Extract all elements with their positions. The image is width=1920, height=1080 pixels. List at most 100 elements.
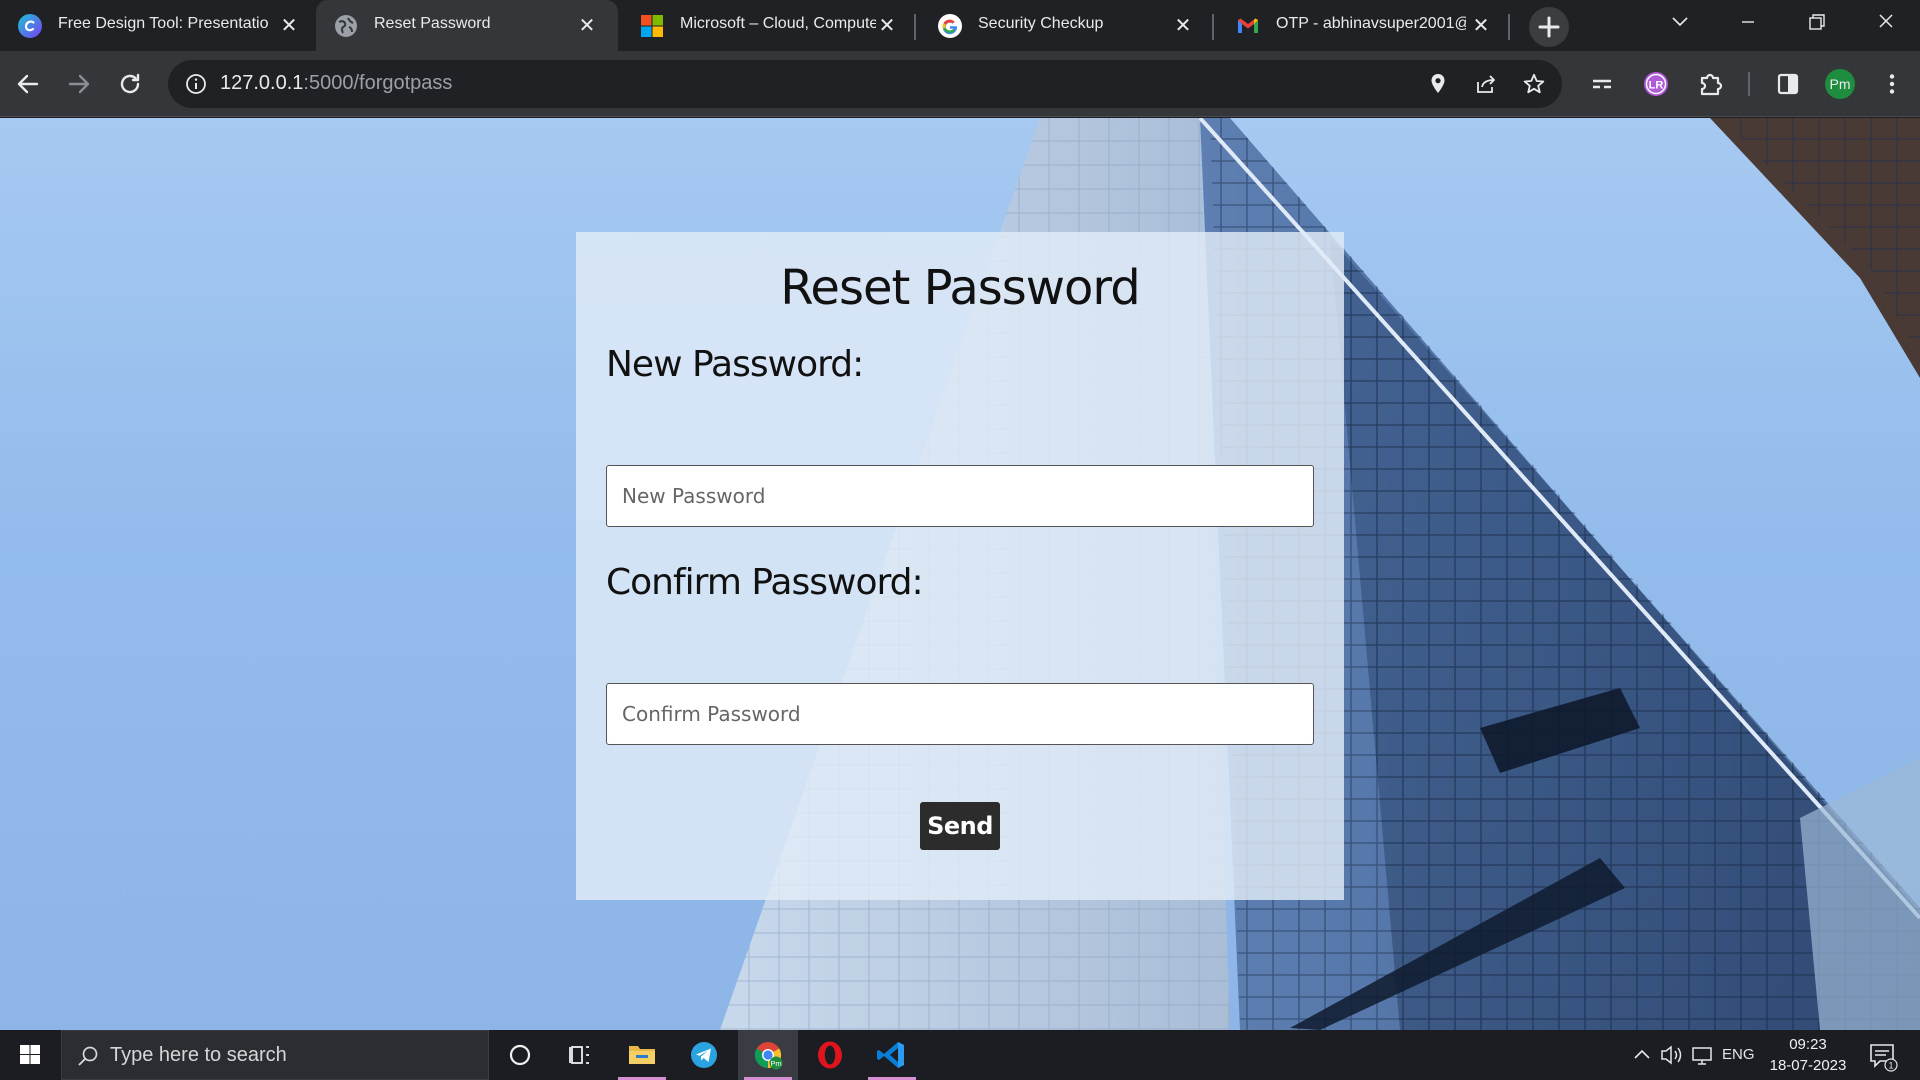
send-button[interactable]: Send: [920, 802, 1000, 850]
speaker-icon: [1661, 1045, 1682, 1065]
cortana-button[interactable]: [490, 1030, 550, 1080]
extension-lr-button[interactable]: LR: [1638, 66, 1674, 102]
search-placeholder: Type here to search: [110, 1044, 287, 1066]
start-button[interactable]: [0, 1030, 60, 1080]
tab-search-button[interactable]: [1650, 0, 1710, 44]
profile-initials: Pm: [1830, 76, 1851, 92]
url-host: 127.0.0.1: [220, 72, 304, 94]
taskbar-opera[interactable]: [800, 1030, 860, 1080]
task-view-button[interactable]: [550, 1030, 610, 1080]
windows-taskbar: Type here to search Pm ENG 09:23 18-07-2…: [0, 1030, 1920, 1080]
arrow-left-icon: [17, 74, 39, 94]
chevron-up-icon: [1634, 1049, 1650, 1059]
close-icon[interactable]: ✕: [276, 12, 302, 38]
reload-icon: [120, 73, 140, 94]
globe-icon: [335, 15, 357, 37]
new-tab-button[interactable]: [1529, 7, 1569, 47]
cortana-icon: [509, 1044, 531, 1066]
task-view-icon: [569, 1046, 589, 1064]
notifications-button[interactable]: 1: [1862, 1030, 1902, 1080]
tab-separator: [1508, 14, 1510, 40]
tab-canva[interactable]: Free Design Tool: Presentatio ✕: [0, 0, 314, 51]
canva-icon: [18, 14, 42, 38]
opera-icon: [818, 1041, 842, 1069]
tab-microsoft[interactable]: Microsoft – Cloud, Computer ✕: [622, 0, 912, 51]
star-icon[interactable]: [1522, 72, 1546, 96]
new-password-label: New Password:: [606, 344, 864, 385]
tab-title: Microsoft – Cloud, Computer: [680, 15, 876, 32]
tab-security-checkup[interactable]: Security Checkup ✕: [920, 0, 1210, 51]
close-window-button[interactable]: [1856, 0, 1916, 44]
address-bar[interactable]: 127.0.0.1:5000/forgotpass: [168, 60, 1562, 108]
vscode-icon: [877, 1042, 904, 1068]
taskbar-clock[interactable]: 09:23 18-07-2023: [1760, 1034, 1856, 1076]
taskbar-search-box[interactable]: Type here to search: [61, 1030, 489, 1080]
share-icon[interactable]: [1474, 72, 1498, 96]
minimize-icon: [1742, 21, 1754, 23]
reload-button[interactable]: [112, 66, 148, 102]
menu-button[interactable]: [1874, 66, 1910, 102]
side-panel-button[interactable]: [1770, 66, 1806, 102]
search-icon: [78, 1046, 98, 1066]
url-path: :5000/forgotpass: [303, 72, 453, 94]
network-icon: [1692, 1047, 1712, 1065]
restore-icon: [1809, 14, 1825, 30]
restore-button[interactable]: [1786, 0, 1846, 44]
extension-lr-icon: LR: [1644, 72, 1668, 96]
taskbar-chrome[interactable]: Pm: [738, 1030, 798, 1080]
microsoft-icon: [641, 15, 663, 37]
telegram-icon: [691, 1042, 717, 1068]
language-indicator[interactable]: ENG: [1722, 1046, 1755, 1066]
location-pin-icon[interactable]: [1426, 72, 1450, 96]
tab-title: Reset Password: [374, 15, 491, 32]
page-viewport: Reset Password New Password: Confirm Pas…: [0, 118, 1920, 1030]
minimize-button[interactable]: [1718, 0, 1778, 44]
chrome-profile-initials: Pm: [770, 1059, 781, 1068]
kebab-menu-icon: [1889, 74, 1895, 94]
back-button[interactable]: [10, 66, 46, 102]
taskbar-file-explorer[interactable]: [612, 1030, 672, 1080]
taskbar-telegram[interactable]: [674, 1030, 734, 1080]
tab-title: Free Design Tool: Presentatio: [58, 15, 268, 32]
volume-button[interactable]: [1658, 1030, 1686, 1080]
toolbar-divider: [1748, 72, 1750, 96]
forward-button[interactable]: [61, 66, 97, 102]
page-title: Reset Password: [780, 260, 1141, 316]
close-icon[interactable]: ✕: [1170, 12, 1196, 38]
plus-icon: [1538, 16, 1560, 38]
confirm-password-input[interactable]: [606, 683, 1314, 745]
folder-icon: [629, 1046, 655, 1064]
close-icon[interactable]: ✕: [874, 12, 900, 38]
notification-icon: 1: [1870, 1044, 1898, 1072]
confirm-password-label: Confirm Password:: [606, 562, 924, 603]
tab-gmail-otp[interactable]: OTP - abhinavsuper2001@gr ✕: [1218, 0, 1506, 51]
arrow-right-icon: [68, 74, 90, 94]
clock-time: 09:23: [1789, 1036, 1827, 1053]
taskbar-vscode[interactable]: [862, 1030, 922, 1080]
tab-strip: Free Design Tool: Presentatio ✕ Reset Pa…: [0, 0, 1920, 51]
new-password-input[interactable]: [606, 465, 1314, 527]
show-hidden-icons-button[interactable]: [1630, 1030, 1654, 1080]
media-controls-button[interactable]: [1584, 66, 1620, 102]
tab-reset-password[interactable]: Reset Password ✕: [316, 0, 618, 51]
network-button[interactable]: [1688, 1030, 1716, 1080]
close-window-icon: [1879, 14, 1893, 28]
tab-title: OTP - abhinavsuper2001@gr: [1276, 15, 1466, 32]
profile-button[interactable]: Pm: [1822, 66, 1858, 102]
tab-separator: [1212, 14, 1214, 40]
extensions-button[interactable]: [1693, 66, 1729, 102]
extension-initials: LR: [1649, 80, 1664, 92]
close-icon[interactable]: ✕: [574, 12, 600, 38]
google-icon: [938, 14, 962, 38]
notification-count: 1: [1888, 1061, 1893, 1071]
chrome-icon: Pm: [754, 1042, 783, 1070]
url-text[interactable]: 127.0.0.1:5000/forgotpass: [220, 72, 452, 95]
avatar: Pm: [1825, 69, 1855, 99]
close-icon[interactable]: ✕: [1468, 12, 1494, 38]
info-icon[interactable]: [184, 72, 208, 96]
reset-password-card: Reset Password New Password: Confirm Pas…: [576, 232, 1344, 900]
gmail-icon: [1238, 18, 1258, 33]
media-list-icon: [1593, 79, 1611, 89]
chevron-down-icon: [1672, 17, 1688, 27]
tab-separator: [914, 14, 916, 40]
